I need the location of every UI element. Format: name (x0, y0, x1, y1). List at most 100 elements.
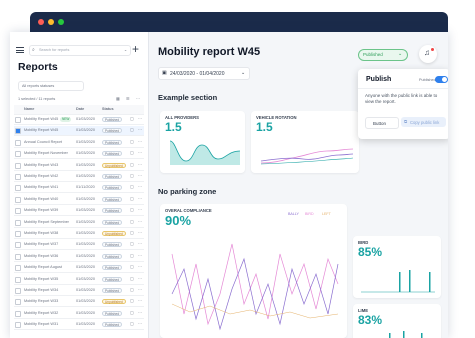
maximize-window-icon[interactable] (58, 19, 64, 25)
row-more-icon[interactable]: ⋯ (138, 173, 142, 178)
column-name[interactable]: Name (24, 107, 34, 111)
popover-button[interactable]: Button (365, 117, 399, 129)
card-bird[interactable]: BIRD 85% (353, 236, 441, 298)
row-edit-icon[interactable]: ▢ (130, 241, 134, 246)
status-button[interactable]: Published ⌄ (358, 49, 408, 61)
row-more-icon[interactable]: ⋯ (138, 298, 142, 303)
table-row[interactable]: Mobility Report W35 01/03/2020 Published ▢ ⋯ (14, 275, 144, 285)
row-more-icon[interactable]: ⋯ (138, 253, 142, 258)
table-row[interactable]: Mobility Report W45 NEW 01/03/2020 Publishe… (14, 115, 144, 125)
table-row[interactable]: Mobility Report W33 01/03/2020 Unpublished… (14, 297, 144, 308)
row-checkbox[interactable] (15, 151, 21, 158)
card-overall-compliance[interactable]: OVERAL COMPLIANCE 90% BALLY BIRD LEFT (160, 204, 347, 338)
row-edit-icon[interactable]: ▢ (130, 116, 134, 121)
row-more-icon[interactable]: ⋯ (138, 150, 142, 155)
card-lime[interactable]: LIME 83% (353, 304, 441, 338)
table-row[interactable]: Mobility Report W34 01/03/2020 Published ▢ ⋯ (14, 286, 144, 296)
row-checkbox[interactable] (15, 117, 21, 123)
table-row[interactable]: Mobility Report September 01/03/2020 Publi… (14, 218, 144, 228)
publish-toggle[interactable] (435, 76, 448, 83)
table-row[interactable]: Mobility Report August 01/03/2020 Publishe… (14, 263, 144, 274)
row-checkbox[interactable] (15, 299, 21, 306)
row-edit-icon[interactable]: ▢ (130, 207, 134, 212)
row-edit-icon[interactable]: ▢ (130, 219, 134, 224)
table-row[interactable]: Mobility Report W36 01/03/2020 Published ▢ ⋯ (14, 252, 144, 262)
row-checkbox[interactable] (15, 185, 21, 192)
row-edit-icon[interactable]: ▢ (130, 139, 134, 144)
card-vehicle-rotation[interactable]: VEHICLE ROTATION 1.5 (251, 111, 359, 173)
row-checkbox[interactable] (15, 208, 21, 215)
row-more-icon[interactable]: ⋯ (138, 310, 142, 315)
table-row[interactable]: Mobility Report W39 01/03/2020 Published ▢ ⋯ (14, 206, 144, 217)
row-checkbox[interactable] (15, 242, 21, 249)
table-row[interactable]: Mobility Report November 01/03/2020 Publis… (14, 149, 144, 160)
list-view-icon[interactable]: ☰ (126, 96, 129, 101)
row-more-icon[interactable]: ⋯ (138, 139, 142, 144)
row-checkbox[interactable] (15, 265, 21, 272)
row-edit-icon[interactable]: ▢ (130, 264, 134, 269)
more-options-icon[interactable]: ⋯ (136, 96, 140, 101)
table-row[interactable]: Mobility Report W42 01/03/2020 Published ▢ ⋯ (14, 172, 144, 182)
copy-link-button[interactable]: ⧉ Copy public link (401, 117, 446, 127)
row-checkbox[interactable] (15, 288, 21, 294)
row-more-icon[interactable]: ⋯ (138, 241, 142, 246)
row-more-icon[interactable]: ⋯ (138, 116, 142, 121)
row-edit-icon[interactable]: ▢ (130, 310, 134, 315)
table-row[interactable]: Mobility Report W43 01/03/2020 Unpublished… (14, 161, 144, 171)
row-checkbox[interactable] (15, 231, 21, 237)
row-checkbox[interactable] (15, 139, 21, 146)
row-more-icon[interactable]: ⋯ (138, 276, 142, 281)
row-edit-icon[interactable]: ▢ (130, 321, 134, 326)
row-edit-icon[interactable]: ▢ (130, 230, 134, 235)
column-date[interactable]: Date (76, 107, 84, 111)
row-edit-icon[interactable]: ▢ (130, 287, 134, 292)
row-more-icon[interactable]: ⋯ (138, 321, 142, 326)
row-more-icon[interactable]: ⋯ (138, 287, 142, 292)
row-checkbox[interactable] (15, 276, 21, 283)
grid-view-icon[interactable]: ▦ (116, 96, 120, 101)
minimize-window-icon[interactable] (48, 19, 54, 25)
row-edit-icon[interactable]: ▢ (130, 196, 134, 201)
date-range-picker[interactable]: ▣ 24/03/2020 - 01/04/2020 ⌄ (158, 67, 250, 80)
row-checkbox[interactable] (15, 253, 21, 260)
table-row[interactable]: Mobility Report W38 01/03/2020 Unpublished… (14, 229, 144, 239)
row-more-icon[interactable]: ⋯ (138, 219, 142, 224)
table-row[interactable]: Mobility Report W41 01/11/2020 Published ▢ ⋯ (14, 183, 144, 194)
row-edit-icon[interactable]: ▢ (130, 276, 134, 281)
row-more-icon[interactable]: ⋯ (138, 196, 142, 201)
row-checkbox[interactable] (15, 162, 21, 169)
hamburger-menu-icon[interactable] (16, 47, 24, 53)
row-more-icon[interactable]: ⋯ (138, 162, 142, 167)
row-checkbox[interactable] (15, 219, 21, 226)
row-more-icon[interactable]: ⋯ (138, 264, 142, 269)
row-edit-icon[interactable]: ▢ (130, 127, 134, 132)
row-edit-icon[interactable]: ▢ (130, 162, 134, 167)
row-checkbox[interactable] (15, 196, 21, 203)
row-checkbox[interactable] (15, 174, 21, 180)
row-edit-icon[interactable]: ▢ (130, 150, 134, 155)
status-filter-select[interactable]: All reports statuses (18, 81, 84, 91)
table-row[interactable]: Mobility Report W31 01/03/2020 Published ▢ ⋯ (14, 320, 144, 331)
row-checkbox[interactable] (15, 128, 21, 135)
column-status[interactable]: Status (102, 107, 114, 111)
row-more-icon[interactable]: ⋯ (138, 127, 142, 132)
table-row[interactable]: Annual Council Report 01/03/2020 Published… (14, 138, 144, 148)
row-checkbox[interactable] (15, 310, 21, 317)
table-row[interactable]: Mobility Report W37 01/03/2020 Published ▢ ⋯ (14, 240, 144, 251)
row-edit-icon[interactable]: ▢ (130, 184, 134, 189)
table-row[interactable]: Mobility Report W32 01/03/2020 Published ▢ ⋯ (14, 309, 144, 319)
row-checkbox[interactable] (15, 322, 21, 329)
row-edit-icon[interactable]: ▢ (130, 173, 134, 178)
table-row[interactable]: Mobility Report W40 01/03/2020 Published ▢ ⋯ (14, 195, 144, 205)
row-edit-icon[interactable]: ▢ (130, 298, 134, 303)
row-edit-icon[interactable]: ▢ (130, 253, 134, 258)
notification-button[interactable]: ♫ (419, 45, 437, 63)
close-window-icon[interactable] (38, 19, 44, 25)
search-input[interactable]: ⌕ Search for reports ⌄ (29, 45, 131, 56)
row-more-icon[interactable]: ⋯ (138, 230, 142, 235)
row-more-icon[interactable]: ⋯ (138, 184, 142, 189)
table-row[interactable]: Mobility Report W45 01/03/2020 Published ▢ ⋯ (14, 126, 144, 137)
add-report-icon[interactable]: + (132, 42, 139, 56)
row-more-icon[interactable]: ⋯ (138, 207, 142, 212)
card-all-providers[interactable]: ALL PROVIDERS 1.5 (160, 111, 245, 173)
